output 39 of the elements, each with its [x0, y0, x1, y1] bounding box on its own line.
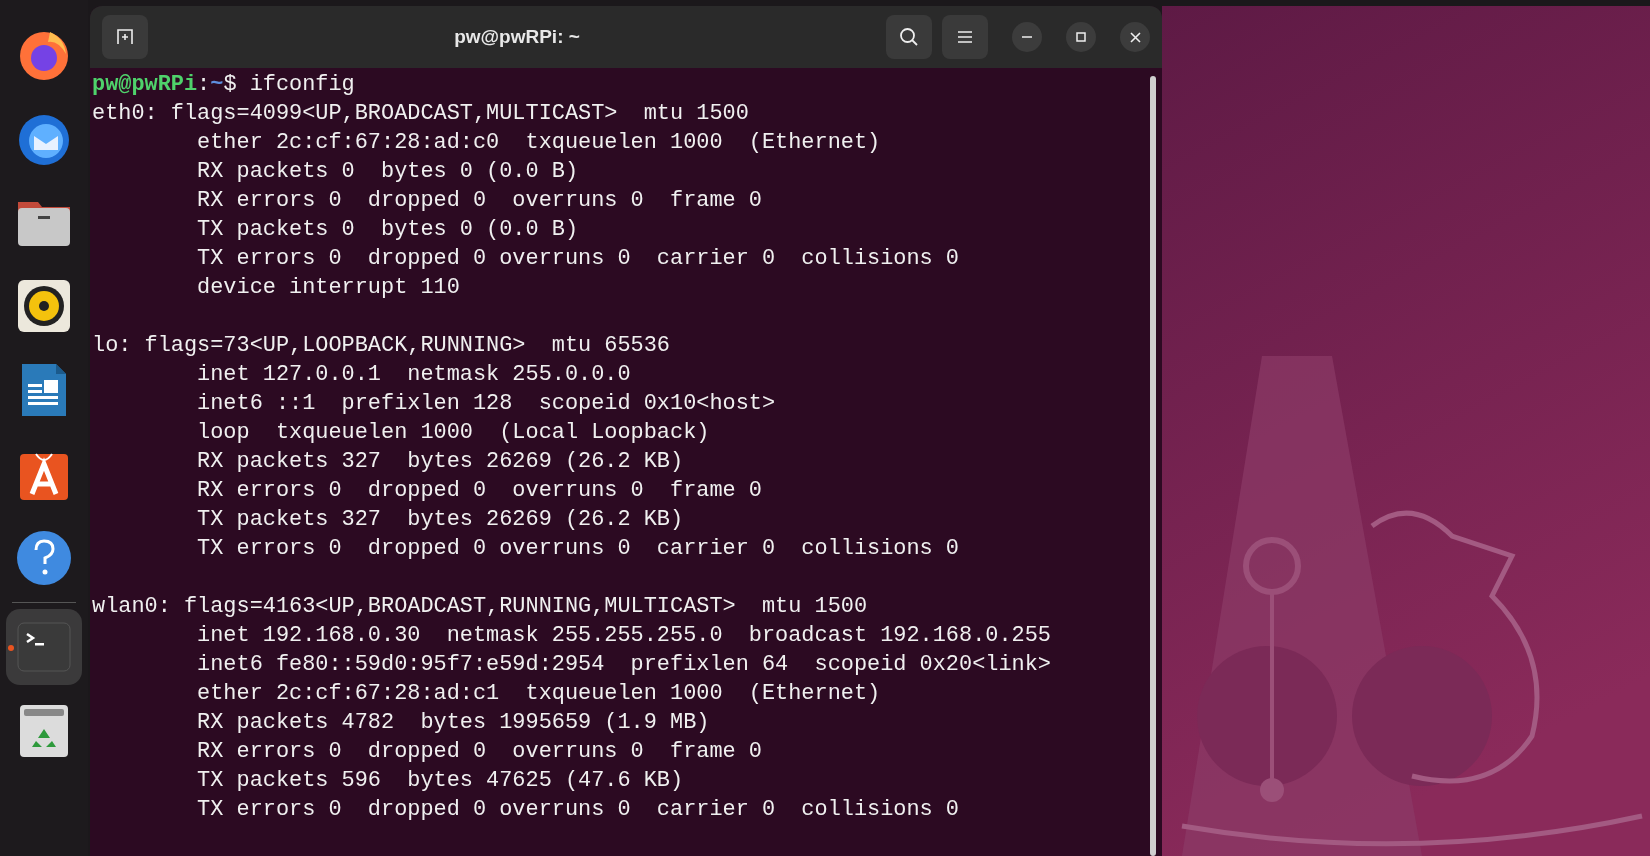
terminal-output-line: TX packets 0 bytes 0 (0.0 B) [196, 216, 579, 244]
terminal-output-line: ether 2c:cf:67:28:ad:c1 txqueuelen 1000 (Ethernet) [196, 680, 881, 708]
close-icon [1129, 31, 1141, 43]
terminal-output-line: device interrupt 110 [196, 274, 460, 302]
help-icon [14, 528, 74, 588]
terminal-output-line: RX packets 4782 bytes 1995659 (1.9 MB) [196, 709, 710, 737]
terminal-output-line: TX errors 0 dropped 0 overruns 0 carrier 0 collisions 0 [196, 245, 959, 273]
maximize-icon [1076, 32, 1086, 42]
new-tab-icon [116, 28, 134, 46]
terminal-output-line: inet 192.168.0.30 netmask 255.255.255.0 broadcast 192.168.0.255 [196, 622, 1051, 650]
terminal-output-line: TX errors 0 dropped 0 overruns 0 carrier 0 collisions 0 [196, 796, 959, 824]
search-icon [899, 27, 919, 47]
terminal-output-line: inet6 ::1 prefixlen 128 scopeid 0x10<host> [196, 390, 776, 418]
terminal-output-line: loop txqueuelen 1000 (Local Loopback) [196, 419, 710, 447]
terminal-output-line: eth0: flags=4099<UP,BROADCAST,MULTICAST> mtu 1500 [92, 100, 749, 128]
menu-button[interactable] [942, 15, 988, 59]
terminal-output-line: RX packets 327 bytes 26269 (26.2 KB) [196, 448, 684, 476]
prompt-line: pw@pwRPi:~$ ifconfig [92, 71, 355, 99]
window-title: pw@pwRPi: ~ [453, 26, 581, 48]
terminal-output-line: RX errors 0 dropped 0 overruns 0 frame 0 [196, 187, 762, 215]
minimize-button[interactable] [1012, 22, 1042, 52]
new-tab-button[interactable] [102, 15, 148, 59]
menu-icon [957, 30, 973, 44]
minimize-icon [1022, 36, 1032, 38]
terminal-output-line: TX errors 0 dropped 0 overruns 0 carrier 0 collisions 0 [196, 535, 959, 563]
terminal-output-line: TX packets 327 bytes 26269 (26.2 KB) [196, 506, 684, 534]
maximize-button[interactable] [1066, 22, 1096, 52]
terminal-output-line: RX errors 0 dropped 0 overruns 0 frame 0 [196, 477, 762, 505]
search-button[interactable] [886, 15, 932, 59]
terminal-output-line: inet 127.0.0.1 netmask 255.0.0.0 [196, 361, 631, 389]
terminal-output-line: TX packets 596 bytes 47625 (47.6 KB) [196, 767, 684, 795]
terminal-output-line: ether 2c:cf:67:28:ad:c0 txqueuelen 1000 (Ethernet) [196, 129, 881, 157]
terminal-output-line: wlan0: flags=4163<UP,BROADCAST,RUNNING,MULTICAST> mtu 1500 [92, 593, 868, 621]
scrollbar[interactable] [1150, 76, 1156, 856]
close-button[interactable] [1120, 22, 1150, 52]
terminal-output-line: RX errors 0 dropped 0 overruns 0 frame 0 [196, 738, 762, 766]
terminal-output-line: RX packets 0 bytes 0 (0.0 B) [196, 158, 579, 186]
terminal-output-line: inet6 fe80::59d0:95f7:e59d:2954 prefixlen 64 scopeid 0x20<link> [196, 651, 1051, 679]
terminal-output-line: lo: flags=73<UP,LOOPBACK,RUNNING> mtu 65536 [92, 332, 670, 360]
